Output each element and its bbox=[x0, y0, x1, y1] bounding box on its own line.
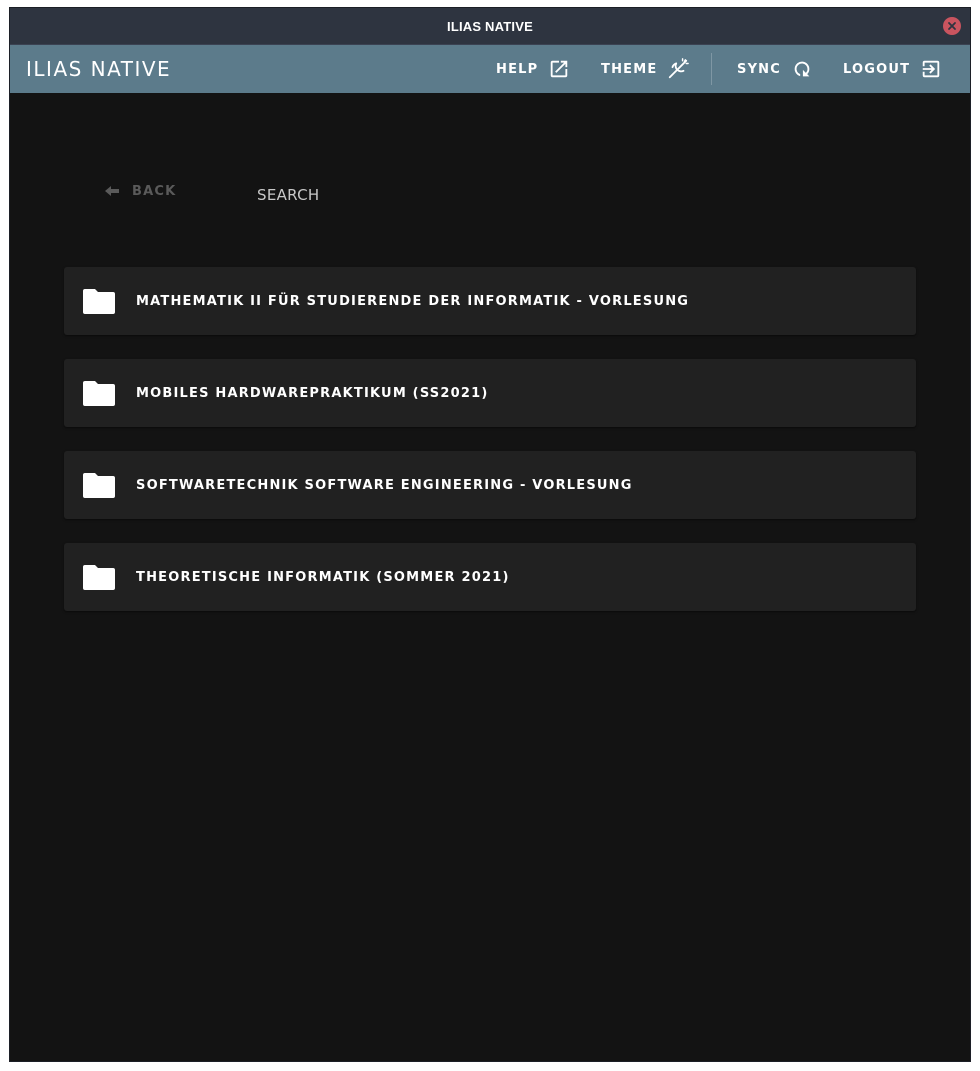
window-titlebar[interactable]: ILIAS NATIVE bbox=[10, 8, 970, 45]
folder-icon bbox=[83, 565, 115, 590]
search-button[interactable]: SEARCH bbox=[257, 186, 320, 204]
course-list: MATHEMATIK II FÜR STUDIERENDE DER INFORM… bbox=[64, 267, 916, 635]
sync-label: SYNC bbox=[737, 61, 781, 77]
close-icon bbox=[948, 22, 956, 30]
app-header: ILIAS NATIVE HELP THEME SYNC LOGOUT bbox=[10, 45, 970, 93]
sync-icon bbox=[794, 61, 810, 77]
course-item[interactable]: MOBILES HARDWAREPRAKTIKUM (SS2021) bbox=[64, 359, 916, 427]
course-name: MATHEMATIK II FÜR STUDIERENDE DER INFORM… bbox=[136, 293, 690, 309]
back-label: BACK bbox=[132, 183, 177, 199]
logout-label: LOGOUT bbox=[843, 61, 911, 77]
window-title: ILIAS NATIVE bbox=[447, 18, 533, 34]
sync-button[interactable]: SYNC bbox=[737, 45, 813, 93]
course-item[interactable]: SOFTWARETECHNIK SOFTWARE ENGINEERING - V… bbox=[64, 451, 916, 519]
close-window-button[interactable] bbox=[943, 17, 961, 35]
folder-icon bbox=[83, 289, 115, 314]
app-window: ILIAS NATIVE ILIAS NATIVE HELP THEME SYN… bbox=[9, 7, 971, 1062]
logout-icon bbox=[922, 60, 940, 78]
course-name: THEORETISCHE INFORMATIK (SOMMER 2021) bbox=[136, 569, 510, 585]
logout-button[interactable]: LOGOUT bbox=[843, 45, 942, 93]
theme-toggle-icon bbox=[669, 58, 690, 79]
course-item[interactable]: MATHEMATIK II FÜR STUDIERENDE DER INFORM… bbox=[64, 267, 916, 335]
folder-icon bbox=[83, 473, 115, 498]
course-name: MOBILES HARDWAREPRAKTIKUM (SS2021) bbox=[136, 385, 489, 401]
arrow-back-icon bbox=[105, 186, 119, 196]
folder-icon bbox=[83, 381, 115, 406]
course-item[interactable]: THEORETISCHE INFORMATIK (SOMMER 2021) bbox=[64, 543, 916, 611]
theme-label: THEME bbox=[601, 61, 658, 77]
help-button[interactable]: HELP bbox=[496, 45, 570, 93]
course-name: SOFTWARETECHNIK SOFTWARE ENGINEERING - V… bbox=[136, 477, 633, 493]
help-label: HELP bbox=[496, 61, 539, 77]
open-in-new-icon bbox=[551, 60, 568, 78]
app-brand: ILIAS NATIVE bbox=[26, 57, 172, 81]
theme-button[interactable]: THEME bbox=[601, 45, 690, 93]
back-button[interactable]: BACK bbox=[104, 180, 176, 202]
appbar-divider bbox=[711, 53, 712, 85]
